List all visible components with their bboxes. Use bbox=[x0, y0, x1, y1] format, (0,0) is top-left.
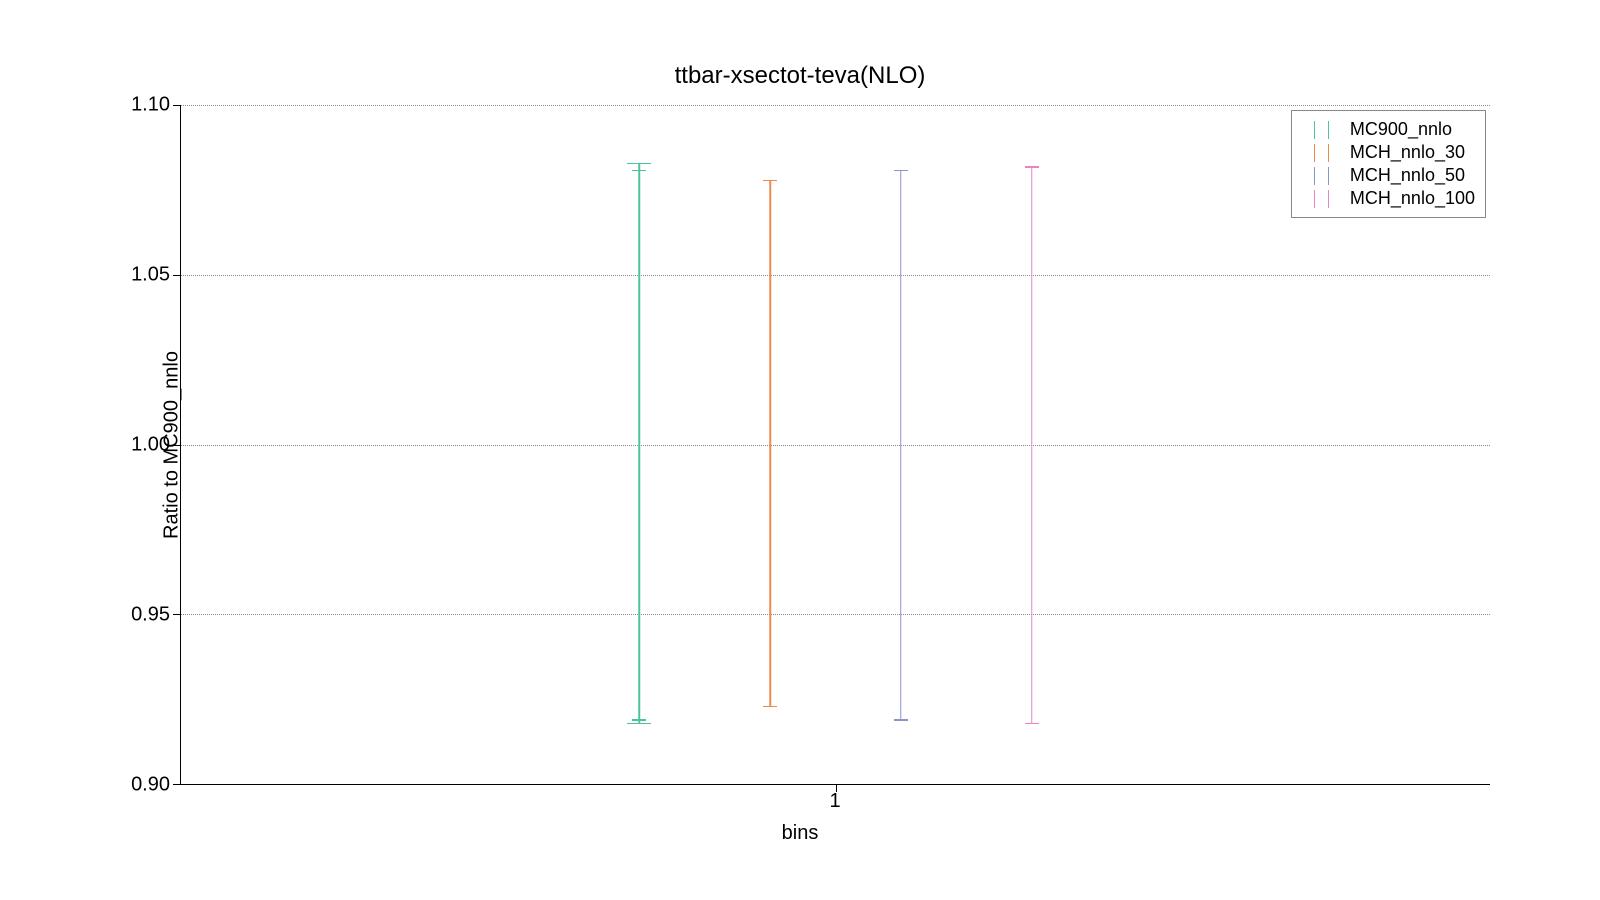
legend-item: MCH_nnlo_100 bbox=[1302, 188, 1475, 209]
y-tick bbox=[173, 445, 181, 446]
legend: MC900_nnlo MCH_nnlo_30 MCH_nnlo_50 MCH_n… bbox=[1291, 110, 1486, 218]
legend-label: MCH_nnlo_50 bbox=[1350, 165, 1465, 186]
gridline bbox=[181, 445, 1490, 446]
chart-title: ttbar-xsectot-teva(NLO) bbox=[0, 62, 1600, 90]
y-tick-label: 1.00 bbox=[131, 434, 170, 457]
y-tick bbox=[173, 614, 181, 615]
y-tick-label: 0.95 bbox=[131, 604, 170, 627]
x-tick-label: 1 bbox=[829, 790, 840, 813]
gridline bbox=[181, 105, 1490, 106]
y-tick-label: 0.90 bbox=[131, 774, 170, 797]
gridline bbox=[181, 275, 1490, 276]
legend-label: MC900_nnlo bbox=[1350, 119, 1452, 140]
legend-item: MC900_nnlo bbox=[1302, 119, 1475, 140]
legend-item: MCH_nnlo_30 bbox=[1302, 142, 1475, 163]
legend-marker-icon bbox=[1302, 167, 1342, 185]
y-tick-label: 1.05 bbox=[131, 264, 170, 287]
legend-item: MCH_nnlo_50 bbox=[1302, 165, 1475, 186]
x-axis-label: bins bbox=[0, 822, 1600, 845]
legend-marker-icon bbox=[1302, 144, 1342, 162]
legend-marker-icon bbox=[1302, 190, 1342, 208]
y-tick bbox=[173, 105, 181, 106]
y-tick bbox=[173, 275, 181, 276]
y-tick bbox=[173, 784, 181, 785]
legend-label: MCH_nnlo_100 bbox=[1350, 188, 1475, 209]
y-tick-label: 1.10 bbox=[131, 94, 170, 117]
legend-marker-icon bbox=[1302, 121, 1342, 139]
gridline bbox=[181, 614, 1490, 615]
legend-label: MCH_nnlo_30 bbox=[1350, 142, 1465, 163]
